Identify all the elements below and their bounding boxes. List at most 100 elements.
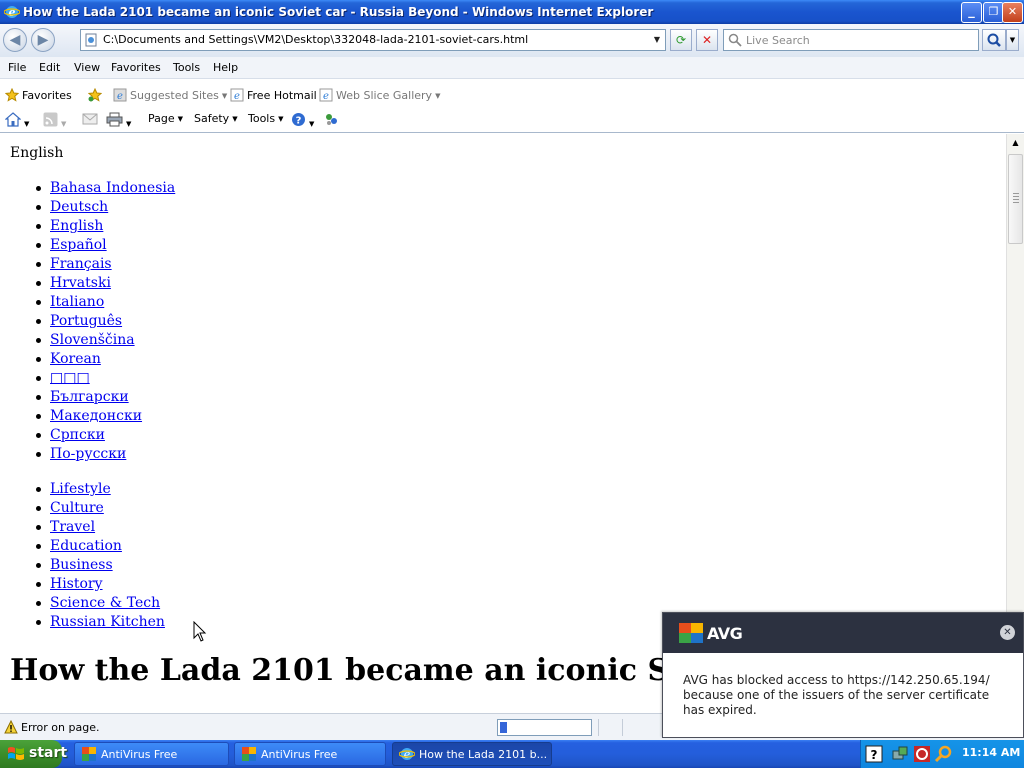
section-link[interactable]: Travel	[50, 519, 95, 535]
forward-button[interactable]: ▶	[31, 28, 55, 52]
section-link[interactable]: Business	[50, 557, 113, 573]
close-icon[interactable]: ✕	[1000, 625, 1015, 640]
chevron-down-icon: ▼	[435, 92, 441, 100]
page-menu-button[interactable]: Page ▼	[148, 112, 183, 125]
menu-view[interactable]: View	[74, 61, 100, 74]
language-link[interactable]: Korean	[50, 351, 101, 367]
start-button[interactable]: start	[0, 740, 67, 768]
section-link[interactable]: History	[50, 576, 103, 592]
language-link[interactable]: Hrvatski	[50, 275, 111, 291]
warning-icon[interactable]	[4, 720, 18, 734]
avg-logo-icon	[679, 623, 703, 643]
read-mail-button[interactable]	[82, 112, 98, 129]
add-favorite-button[interactable]	[88, 88, 105, 102]
feeds-button[interactable]: ▼	[43, 112, 66, 130]
minimize-button[interactable]: _	[961, 2, 982, 23]
list-item: Italiano	[35, 293, 175, 312]
maximize-button[interactable]: ❐	[983, 2, 1004, 23]
status-text[interactable]: Error on page.	[21, 721, 99, 734]
search-icon	[728, 33, 742, 47]
section-link[interactable]: Education	[50, 538, 122, 554]
avg-popup-header: AVG ✕	[663, 613, 1023, 653]
list-item: History	[36, 575, 165, 594]
search-go-button[interactable]	[982, 29, 1006, 51]
taskbar-item-antivirus[interactable]: AntiVirus Free	[74, 742, 229, 766]
refresh-button[interactable]: ⟳	[670, 29, 692, 51]
list-item: Korean	[35, 350, 175, 369]
svg-text:?: ?	[871, 748, 878, 762]
title-bar: e How the Lada 2101 became an iconic Sov…	[0, 0, 1024, 24]
close-button[interactable]: ✕	[1002, 2, 1023, 23]
section-link[interactable]: Science & Tech	[50, 595, 160, 611]
address-input[interactable]: C:\Documents and Settings\VM2\Desktop\33…	[103, 33, 528, 46]
address-dropdown-icon[interactable]: ▼	[649, 30, 665, 50]
search-tray-icon[interactable]	[934, 745, 952, 763]
system-tray: ? 11:14 AM	[860, 740, 1024, 768]
language-link[interactable]: Slovenščina	[50, 332, 135, 348]
back-button[interactable]: ◀	[3, 28, 27, 52]
favorites-label: Favorites	[22, 89, 72, 102]
search-options-dropdown[interactable]: ▼	[1006, 29, 1019, 51]
menu-edit[interactable]: Edit	[39, 61, 60, 74]
chevron-down-icon: ▼	[61, 120, 67, 128]
section-link[interactable]: Lifestyle	[50, 481, 111, 497]
language-link[interactable]: По-русски	[50, 446, 126, 462]
network-tray-icon[interactable]	[891, 745, 909, 763]
section-link[interactable]: Culture	[50, 500, 104, 516]
window-title: How the Lada 2101 became an iconic Sovie…	[23, 5, 654, 19]
menu-tools[interactable]: Tools	[173, 61, 200, 74]
favorites-button[interactable]: Favorites	[5, 88, 72, 102]
language-link[interactable]: Bahasa Indonesia	[50, 180, 175, 196]
menu-help[interactable]: Help	[213, 61, 238, 74]
language-link[interactable]: English	[50, 218, 103, 234]
scroll-up-icon[interactable]: ▲	[1009, 136, 1022, 149]
list-item: Lifestyle	[36, 480, 165, 499]
search-placeholder[interactable]: Live Search	[746, 34, 810, 47]
list-item: Education	[36, 537, 165, 556]
list-item: English	[35, 217, 175, 236]
address-bar[interactable]: C:\Documents and Settings\VM2\Desktop\33…	[80, 29, 666, 51]
avg-tray-icon[interactable]	[913, 745, 931, 763]
language-link[interactable]: Български	[50, 389, 129, 405]
search-box[interactable]: Live Search	[723, 29, 979, 51]
research-button[interactable]	[324, 112, 339, 130]
free-hotmail-link[interactable]: e Free Hotmail	[230, 88, 317, 102]
rss-feed-icon	[43, 112, 58, 127]
stop-button[interactable]: ✕	[696, 29, 718, 51]
svg-text:e: e	[234, 91, 240, 102]
language-link[interactable]: □□□	[50, 370, 90, 386]
language-list: Bahasa Indonesia Deutsch English Español…	[35, 179, 175, 464]
language-link[interactable]: Português	[50, 313, 122, 329]
taskbar-item-antivirus[interactable]: AntiVirus Free	[234, 742, 386, 766]
ie-page-icon: e	[230, 88, 244, 102]
help-icon: ?	[292, 113, 305, 127]
page-menu-label: Page	[148, 112, 175, 125]
language-link[interactable]: Deutsch	[50, 199, 108, 215]
language-link[interactable]: Español	[50, 237, 107, 253]
safety-menu-button[interactable]: Safety ▼	[194, 112, 238, 125]
section-link[interactable]: Russian Kitchen	[50, 614, 165, 630]
web-slice-gallery-link[interactable]: e Web Slice Gallery ▼	[319, 88, 440, 102]
menu-file[interactable]: File	[8, 61, 26, 74]
chevron-down-icon: ▼	[221, 92, 228, 100]
language-link[interactable]: Italiano	[50, 294, 104, 310]
clock[interactable]: 11:14 AM	[962, 746, 1020, 759]
help-tray-icon[interactable]: ?	[865, 745, 883, 763]
print-button[interactable]: ▼	[106, 112, 131, 130]
tools-menu-button[interactable]: Tools ▼	[248, 112, 284, 125]
taskbar-item-internet-explorer[interactable]: e How the Lada 2101 b...	[392, 742, 552, 766]
taskbar-item-label: AntiVirus Free	[101, 748, 178, 761]
help-button[interactable]: ? ▼	[291, 112, 314, 130]
list-item: По-русски	[35, 445, 175, 464]
suggested-sites-link[interactable]: e Suggested Sites ▼	[113, 88, 227, 102]
taskbar: start AntiVirus Free AntiVirus Free e Ho…	[0, 740, 1024, 768]
scrollbar-thumb[interactable]	[1008, 154, 1023, 244]
svg-text:e: e	[404, 748, 411, 761]
list-item: Português	[35, 312, 175, 331]
language-link[interactable]: Македонски	[50, 408, 142, 424]
home-button[interactable]: ▼	[4, 112, 29, 130]
language-link[interactable]: Français	[50, 256, 112, 272]
home-icon	[4, 112, 22, 127]
language-link[interactable]: Српски	[50, 427, 105, 443]
menu-favorites[interactable]: Favorites	[111, 61, 161, 74]
